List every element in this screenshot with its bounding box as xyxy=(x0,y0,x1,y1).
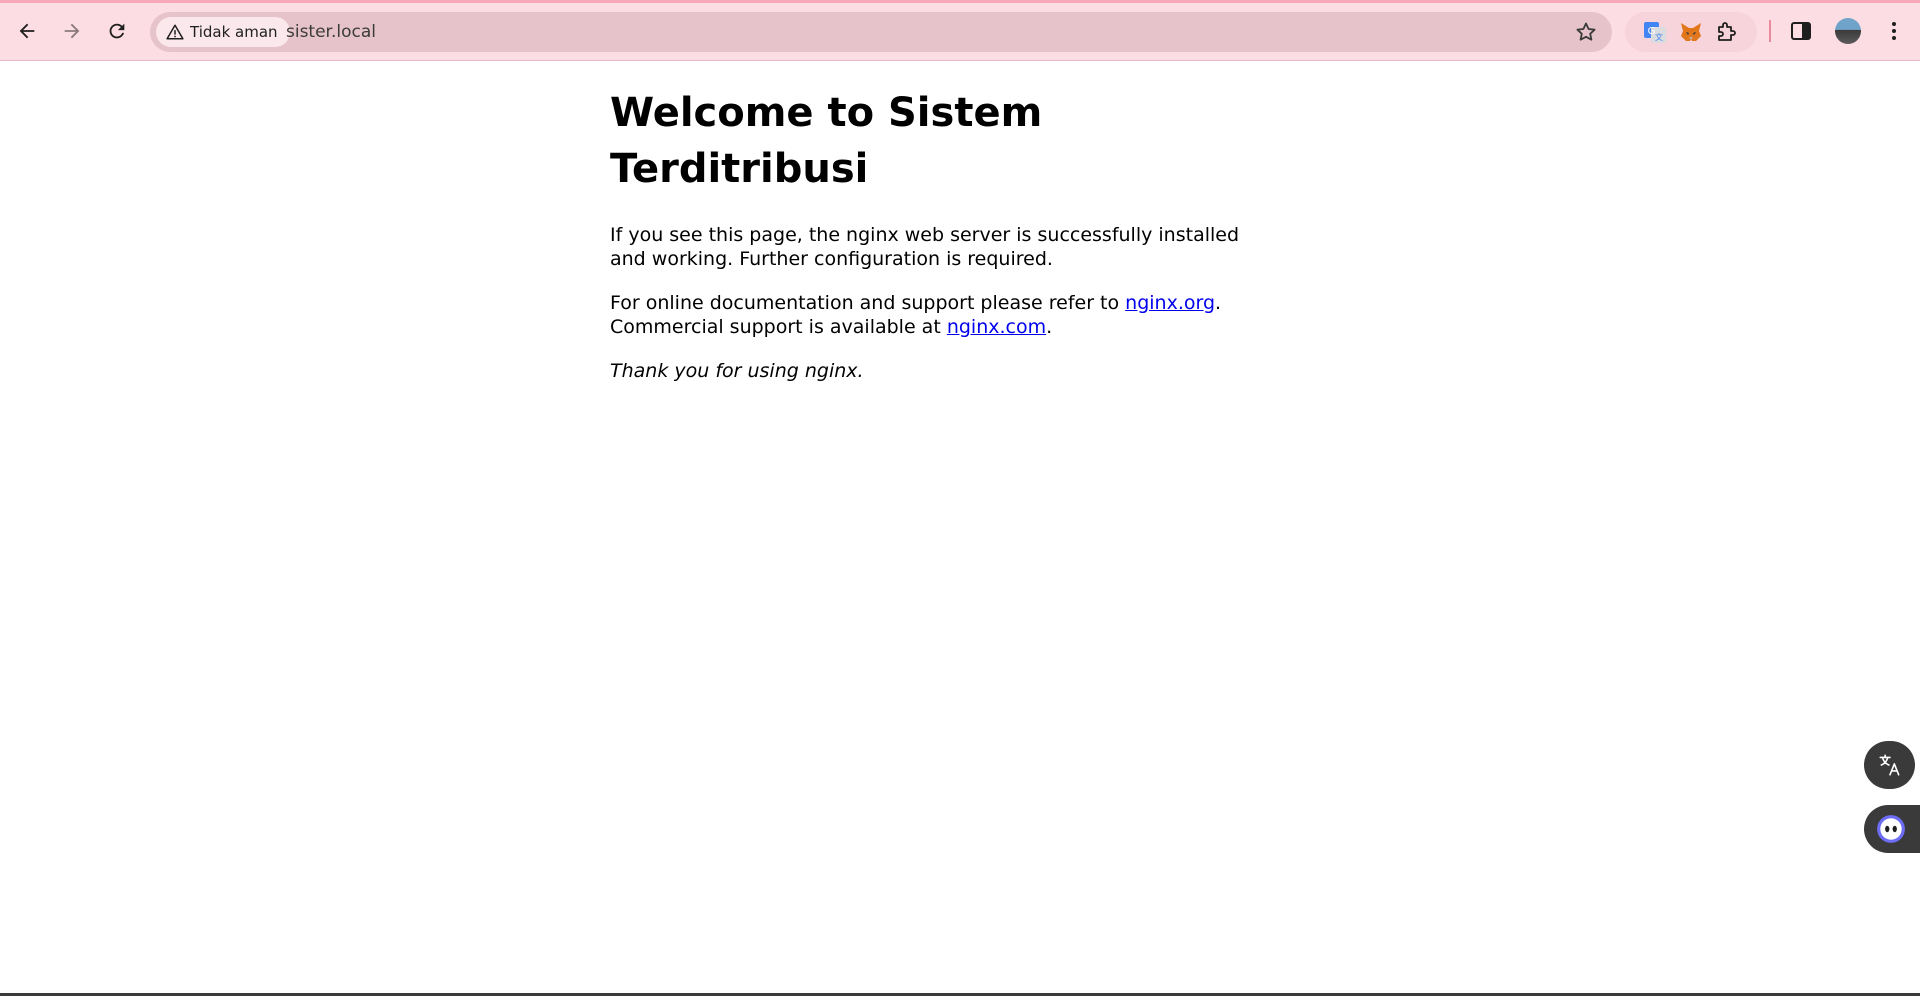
tab-strip-edge xyxy=(0,0,1920,3)
star-icon[interactable] xyxy=(1574,20,1598,44)
fox-icon[interactable] xyxy=(1679,20,1703,44)
commercial-period: . xyxy=(1046,316,1053,338)
svg-text:文: 文 xyxy=(1655,32,1663,42)
warning-triangle-icon xyxy=(166,24,184,40)
nginx-org-link[interactable]: nginx.org xyxy=(1125,292,1215,314)
google-translate-icon[interactable]: G 文 xyxy=(1643,20,1667,44)
arrow-right-icon xyxy=(64,23,80,39)
docs-period: . xyxy=(1215,292,1222,314)
avatar[interactable] xyxy=(1835,18,1861,44)
docs-paragraph: For online documentation and support ple… xyxy=(610,291,1260,339)
puzzle-icon[interactable] xyxy=(1715,20,1739,44)
bot-face-icon xyxy=(1877,815,1905,843)
extensions-group: G 文 xyxy=(1625,12,1757,52)
security-chip[interactable]: Tidak aman xyxy=(156,17,290,47)
forward-button[interactable] xyxy=(54,13,90,49)
page-title: Welcome to Sistem Terditribusi xyxy=(610,90,1043,192)
commercial-text: Commercial support is available at xyxy=(610,316,947,338)
page-content: Welcome to Sistem Terditribusi If you se… xyxy=(610,85,1260,403)
url-text[interactable]: sister.local xyxy=(286,12,376,52)
reload-icon xyxy=(109,23,125,39)
floating-translate-button[interactable] xyxy=(1864,741,1915,789)
intro-paragraph: If you see this page, the nginx web serv… xyxy=(610,224,1240,270)
security-label: Tidak aman xyxy=(190,23,278,41)
side-panel-icon[interactable] xyxy=(1789,19,1813,43)
reload-button[interactable] xyxy=(99,13,135,49)
docs-text: For online documentation and support ple… xyxy=(610,292,1126,314)
address-bar[interactable]: Tidak aman sister.local xyxy=(150,12,1612,52)
arrow-left-icon xyxy=(19,23,35,39)
nginx-com-link[interactable]: nginx.com xyxy=(947,316,1046,338)
thanks-text: Thank you for using nginx. xyxy=(610,360,864,382)
kebab-menu-icon[interactable] xyxy=(1882,19,1906,43)
toolbar-divider xyxy=(1769,20,1771,42)
back-button[interactable] xyxy=(9,13,45,49)
floating-assistant-button[interactable] xyxy=(1864,805,1920,853)
translate-icon xyxy=(1878,754,1899,776)
browser-toolbar: Tidak aman sister.local G 文 xyxy=(0,0,1920,61)
